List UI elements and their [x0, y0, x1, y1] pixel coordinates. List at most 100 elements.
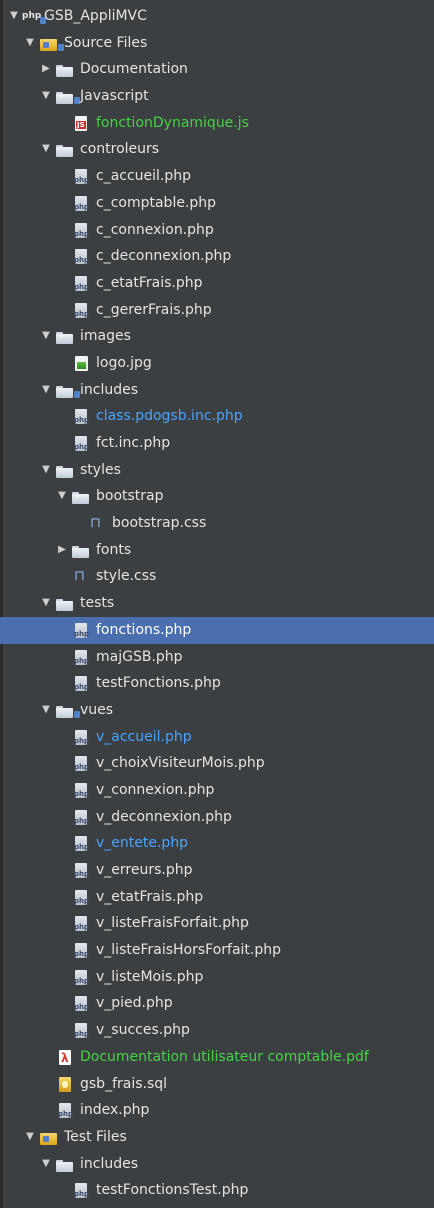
tree-node-file[interactable]: majGSB.php: [0, 644, 434, 671]
php-icon: [70, 1017, 90, 1044]
tree-node-file[interactable]: c_deconnexion.php: [0, 243, 434, 270]
php-icon: [70, 430, 90, 457]
expand-arrow-down-icon[interactable]: ▼: [40, 697, 52, 724]
tree-node-file[interactable]: gsb_frais.sql: [0, 1071, 434, 1098]
tree-node-file[interactable]: logo.jpg: [0, 350, 434, 377]
tree-node-label: v_pied.php: [96, 995, 173, 1012]
tree-node-file[interactable]: v_etatFrais.php: [0, 884, 434, 911]
tree-node-folder[interactable]: ▼ includes: [0, 377, 434, 404]
tree-node-file[interactable]: c_connexion.php: [0, 217, 434, 244]
tree-node-label: tests: [80, 595, 115, 612]
tree-node-file[interactable]: fonctions.php: [0, 616, 434, 644]
tree-node-label: index.php: [80, 1102, 150, 1119]
tree-node-folder[interactable]: ▼ styles: [0, 457, 434, 484]
php-icon: [70, 857, 90, 884]
tree-node-file[interactable]: testFonctionsTest.php: [0, 1177, 434, 1204]
tree-node-file[interactable]: v_connexion.php: [0, 777, 434, 804]
project-panel: ▼ GSB_AppliMVC ▼ Source Files ▶ Documentation…: [0, 0, 434, 1208]
tree-node-label: includes: [80, 381, 139, 398]
tree-node-folder[interactable]: ▼ vues: [0, 697, 434, 724]
tree-node-label: v_entete.php: [96, 835, 189, 852]
expand-arrow-down-icon[interactable]: ▼: [40, 323, 52, 350]
expand-arrow-right-icon[interactable]: ▶: [56, 537, 68, 564]
tree-node-file[interactable]: v_erreurs.php: [0, 857, 434, 884]
folder-icon: [70, 537, 90, 564]
tree-node-label: gsb_frais.sql: [80, 1075, 168, 1092]
tree-node-file[interactable]: v_deconnexion.php: [0, 804, 434, 831]
tree-node-file[interactable]: c_comptable.php: [0, 190, 434, 217]
tree-node-folder[interactable]: ▼ Test Files: [0, 1124, 434, 1151]
tree-node-folder[interactable]: ▼ GSB_AppliMVC: [0, 3, 434, 30]
folder-icon: [54, 697, 74, 724]
tree-node-file[interactable]: fonctionDynamique.js: [0, 110, 434, 137]
tree-node-label: v_listeFraisHorsForfait.php: [96, 942, 282, 959]
php-icon: [70, 990, 90, 1017]
tree-node-folder[interactable]: ▼ controleurs: [0, 136, 434, 163]
tree-node-file[interactable]: index.php: [0, 1097, 434, 1124]
tree-node-label: controleurs: [80, 141, 160, 158]
tree-node-label: bootstrap: [96, 488, 164, 505]
expand-arrow-down-icon[interactable]: ▼: [40, 590, 52, 617]
expand-arrow-down-icon[interactable]: ▼: [40, 457, 52, 484]
tree-node-folder[interactable]: ▼ bootstrap: [0, 483, 434, 510]
expand-arrow-down-icon[interactable]: ▼: [40, 83, 52, 110]
tree-node-file[interactable]: c_accueil.php: [0, 163, 434, 190]
expand-arrow-down-icon[interactable]: ▼: [56, 483, 68, 510]
tree-node-file[interactable]: v_listeFraisHorsForfait.php: [0, 937, 434, 964]
tree-node-folder[interactable]: ▼ images: [0, 323, 434, 350]
tree-node-label: styles: [80, 461, 121, 478]
tree-node-label: Documentation: [80, 61, 188, 78]
tree-node-file[interactable]: Documentation utilisateur comptable.pdf: [0, 1044, 434, 1071]
tree-node-label: images: [80, 328, 131, 345]
tree-node-file[interactable]: fct.inc.php: [0, 430, 434, 457]
tree-node-file[interactable]: v_listeFraisForfait.php: [0, 910, 434, 937]
tree-node-label: fonts: [96, 541, 132, 558]
tree-node-folder[interactable]: ▼ Javascript: [0, 83, 434, 110]
php-icon: [70, 270, 90, 297]
tree-node-label: fonctions.php: [96, 621, 192, 638]
tree-node-file[interactable]: c_etatFrais.php: [0, 270, 434, 297]
php-icon: [70, 190, 90, 217]
tree-node-folder[interactable]: ▼ Source Files: [0, 30, 434, 57]
tree-node-folder[interactable]: ▼ tests: [0, 590, 434, 617]
expand-arrow-down-icon[interactable]: ▼: [24, 1124, 36, 1151]
expand-arrow-down-icon[interactable]: ▼: [40, 136, 52, 163]
folder-icon: [54, 83, 74, 110]
tree-node-file[interactable]: v_pied.php: [0, 990, 434, 1017]
tree-node-file[interactable]: v_listeMois.php: [0, 964, 434, 991]
expand-arrow-right-icon[interactable]: ▶: [40, 56, 52, 83]
tree-node-label: includes: [80, 1155, 139, 1172]
tree-node-file[interactable]: class.pdogsb.inc.php: [0, 403, 434, 430]
php-icon: [70, 617, 90, 644]
tree-node-label: logo.jpg: [96, 354, 152, 371]
tree-node-label: vues: [80, 701, 114, 718]
tree-node-file[interactable]: v_entete.php: [0, 830, 434, 857]
sql-icon: [54, 1071, 74, 1098]
php-icon: [70, 830, 90, 857]
tree-node-label: style.css: [96, 568, 157, 585]
tree-node-folder[interactable]: ▼ includes: [0, 1151, 434, 1178]
php-icon: [70, 724, 90, 751]
expand-arrow-down-icon[interactable]: ▼: [40, 377, 52, 404]
expand-arrow-down-icon[interactable]: ▼: [24, 30, 36, 57]
tree-node-label: v_listeMois.php: [96, 968, 204, 985]
expand-arrow-down-icon[interactable]: ▼: [8, 3, 20, 30]
tree-node-label: v_erreurs.php: [96, 862, 193, 878]
expand-arrow-down-icon[interactable]: ▼: [40, 1151, 52, 1178]
php-icon: [70, 297, 90, 324]
tree-node-file[interactable]: v_succes.php: [0, 1017, 434, 1044]
tree-node-folder[interactable]: ▶ fonts: [0, 537, 434, 564]
tree-node-file[interactable]: v_accueil.php: [0, 724, 434, 751]
tree-node-label: GSB_AppliMVC: [44, 8, 147, 24]
tree-node-folder[interactable]: ▶ Documentation: [0, 56, 434, 83]
tree-node-label: v_choixVisiteurMois.php: [96, 755, 265, 772]
tree-node-label: c_deconnexion.php: [96, 248, 232, 265]
tree-node-file[interactable]: bootstrap.css: [0, 510, 434, 537]
tree-node-file[interactable]: testFonctions.php: [0, 670, 434, 697]
folder-icon: [54, 1151, 74, 1178]
php-icon: [70, 163, 90, 190]
tree-node-file[interactable]: c_gererFrais.php: [0, 297, 434, 324]
php-icon: [70, 964, 90, 991]
tree-node-file[interactable]: style.css: [0, 563, 434, 590]
tree-node-file[interactable]: v_choixVisiteurMois.php: [0, 750, 434, 777]
